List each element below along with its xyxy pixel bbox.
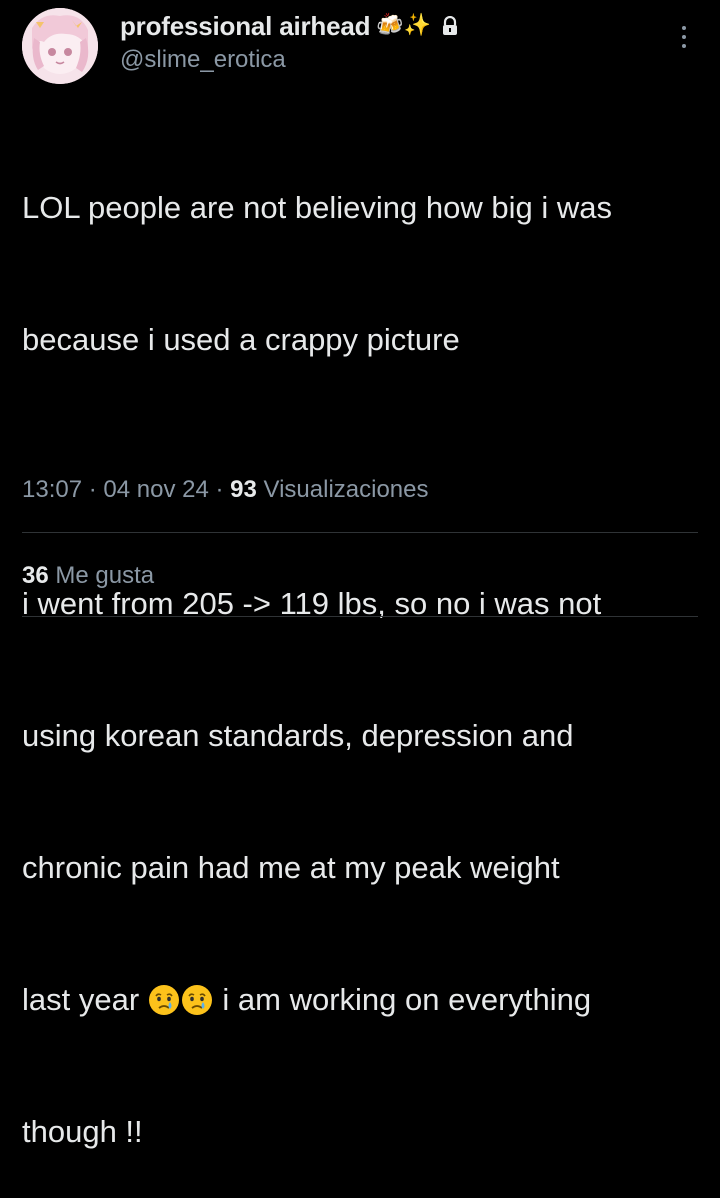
avatar[interactable] — [22, 8, 98, 84]
tweet-meta: 13:07 · 04 nov 24 · 93 Visualizaciones — [22, 476, 429, 504]
more-dot — [682, 44, 686, 48]
tweet-date[interactable]: 04 nov 24 — [103, 476, 208, 503]
meta-separator: · — [82, 476, 104, 503]
likes-label: Me gusta — [48, 562, 155, 589]
lock-icon — [441, 16, 459, 36]
user-handle[interactable]: @slime_erotica — [120, 46, 640, 74]
likes-stat[interactable]: 36 Me gusta — [22, 562, 154, 590]
tweet-text: LOL people are not believing how big i w… — [22, 98, 698, 1198]
divider — [22, 532, 698, 533]
display-name[interactable]: professional airhead — [120, 11, 371, 42]
tweet-line: using korean standards, depression and — [22, 718, 574, 753]
likes-count: 36 — [22, 562, 49, 589]
tweet-line: chronic pain had me at my peak weight — [22, 850, 560, 885]
tweet-time[interactable]: 13:07 — [22, 476, 82, 503]
name-emoji: 🍻✨ — [376, 13, 432, 38]
crying-face-icon — [181, 985, 212, 1015]
crying-face-icon — [148, 985, 179, 1015]
avatar-image — [22, 8, 98, 84]
meta-separator: · — [208, 476, 231, 503]
views-label: Visualizaciones — [256, 476, 429, 503]
tweet-line: because i used a crappy picture — [22, 322, 460, 357]
author-block: professional airhead 🍻✨ @slime_erotica — [120, 10, 640, 74]
more-dot — [682, 35, 686, 39]
more-options-icon[interactable] — [680, 26, 688, 48]
author-name-row: professional airhead 🍻✨ — [120, 10, 640, 42]
tweet-text-segment: last year — [22, 982, 148, 1017]
tweet-line: though !! — [22, 1114, 143, 1149]
views-count: 93 — [230, 476, 257, 503]
tweet-line: LOL people are not believing how big i w… — [22, 190, 612, 225]
tweet-text-segment: i am working on everything — [213, 982, 592, 1017]
more-dot — [682, 26, 686, 30]
tweet-line-with-emoji: last year i am working on everything — [22, 978, 698, 1022]
divider — [22, 616, 698, 617]
